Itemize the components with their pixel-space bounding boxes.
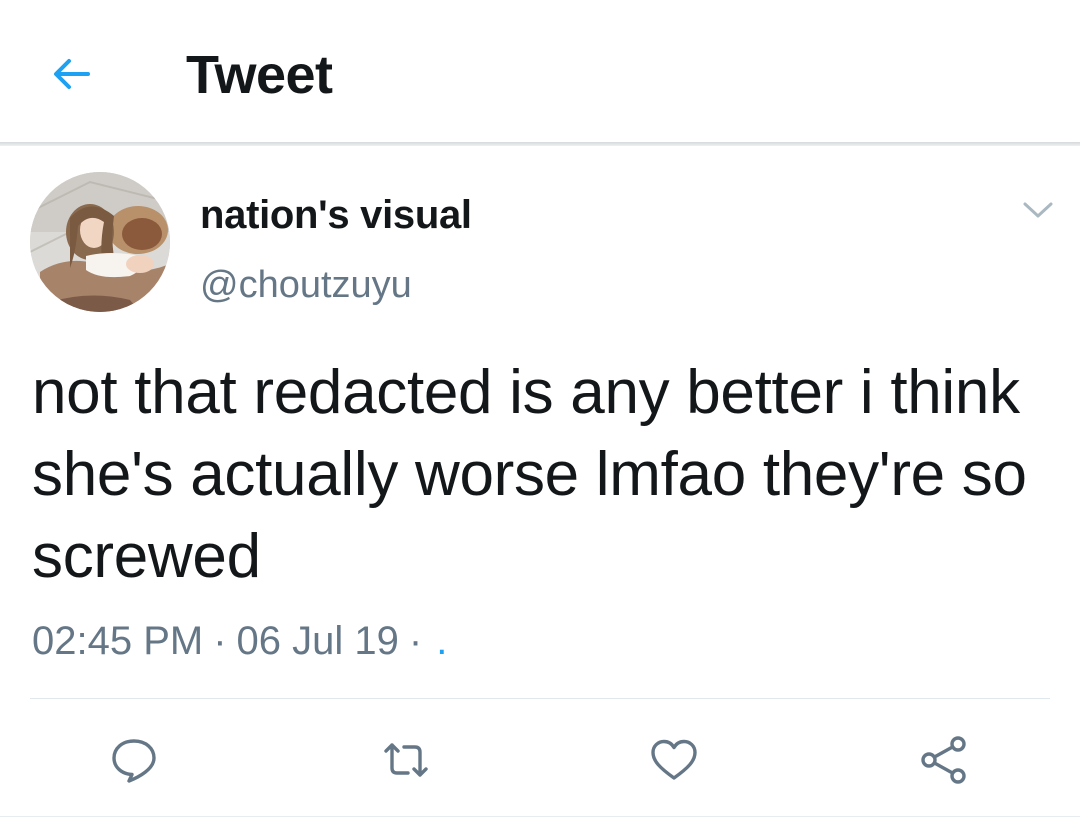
share-icon	[921, 736, 966, 784]
arrow-left-icon	[54, 59, 90, 89]
comment-icon	[112, 739, 156, 783]
display-name[interactable]: nation's visual	[200, 190, 472, 240]
like-button[interactable]	[642, 730, 706, 790]
retweet-icon	[384, 743, 428, 777]
bottom-divider	[0, 816, 1080, 817]
avatar-photo	[30, 172, 170, 312]
meta-separator: ·	[213, 619, 227, 663]
share-button[interactable]	[912, 730, 976, 790]
reply-button[interactable]	[102, 730, 166, 790]
source-app-link[interactable]: .	[436, 619, 447, 663]
back-button[interactable]	[40, 42, 104, 106]
chevron-down-icon	[1023, 202, 1053, 218]
user-handle[interactable]: @choutzuyu	[200, 262, 412, 308]
tweet-time: 02:45 PM	[32, 619, 204, 663]
app-bar: Tweet	[0, 0, 1080, 142]
tweet-date: 06 Jul 19	[236, 619, 399, 663]
retweet-button[interactable]	[374, 730, 438, 790]
tweet-options-button[interactable]	[1016, 192, 1060, 228]
avatar[interactable]	[30, 172, 170, 312]
page-title: Tweet	[186, 45, 333, 105]
heart-icon	[651, 739, 697, 780]
tweet-timestamp: 02:45 PM · 06 Jul 19 ·.	[32, 616, 447, 666]
tweet-text: not that redacted is any better i think …	[32, 358, 1027, 591]
actions-divider	[30, 698, 1050, 699]
meta-separator: ·	[408, 619, 423, 663]
app-bar-divider	[0, 142, 1080, 146]
